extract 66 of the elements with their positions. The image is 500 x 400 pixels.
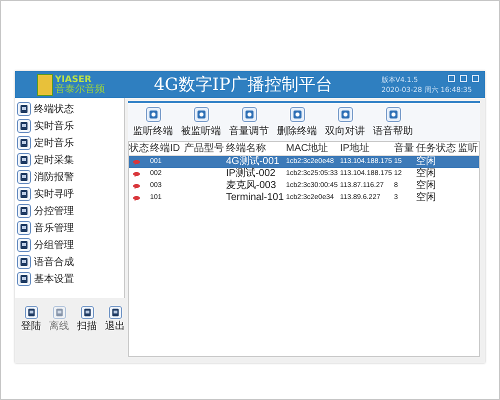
sidebar-item[interactable]: 定时采集 <box>15 151 124 168</box>
table-cell-text: 空闲 <box>416 168 436 180</box>
toolbar-button[interactable]: 双向对讲 <box>324 107 366 138</box>
tile-icon <box>242 107 256 122</box>
logo-subtitle: 音泰尔音频 <box>55 84 105 94</box>
tile-icon <box>386 107 400 122</box>
sidebar-item[interactable]: 基本设置 <box>15 270 124 287</box>
tile-icon <box>290 107 304 122</box>
column-header[interactable]: 监听 <box>458 142 478 154</box>
sidebar-item[interactable]: 分组管理 <box>15 236 124 253</box>
tile-icon <box>17 204 31 218</box>
footer-button[interactable]: 登陆 <box>21 306 41 333</box>
sidebar-item[interactable]: 实时寻呼 <box>15 185 124 202</box>
tile-icon <box>17 254 31 268</box>
column-header[interactable]: 产品型号 <box>184 142 224 154</box>
sidebar-item[interactable]: 定时音乐 <box>15 134 124 151</box>
tile-icon <box>17 272 31 286</box>
speech-bubble-icon <box>133 196 140 200</box>
column-header[interactable]: 状态 <box>129 142 149 154</box>
table-cell: 麦克风-003 <box>226 180 276 192</box>
column-header[interactable]: IP地址 <box>340 142 370 154</box>
tile-icon <box>146 107 160 122</box>
speech-bubble-icon <box>133 160 140 164</box>
speech-bubble-icon <box>133 184 140 188</box>
column-header[interactable]: 音量 <box>394 142 414 154</box>
table-cell-text: 空闲 <box>416 180 436 192</box>
tile-icon <box>24 306 38 319</box>
logo-icon <box>37 74 53 96</box>
sidebar-item[interactable]: 分控管理 <box>15 202 124 219</box>
column-header[interactable]: 任务状态 <box>416 142 456 154</box>
toolbar-button[interactable]: 删除终端 <box>276 107 318 138</box>
column-header[interactable]: MAC地址 <box>286 142 328 154</box>
tile-icon <box>338 107 352 122</box>
tile-icon <box>17 186 31 200</box>
footer-button[interactable]: 扫描 <box>77 306 97 333</box>
tile-icon <box>17 136 31 150</box>
table-cell: 空闲 <box>416 192 436 204</box>
toolbar-button[interactable]: 被监听端 <box>180 107 222 138</box>
tile-icon <box>17 102 31 116</box>
tile-icon <box>17 152 31 166</box>
tile-icon <box>194 107 208 122</box>
window-title: 4G数字IP广播控制平台 <box>152 74 334 96</box>
table-cell-text: 空闲 <box>416 156 436 168</box>
tile-icon <box>17 118 31 132</box>
sidebar-item[interactable]: 音乐管理 <box>15 219 124 236</box>
tile-icon <box>108 306 122 319</box>
toolbar-button[interactable]: 监听终端 <box>132 107 174 138</box>
table-cell-text: IP测试-002 <box>226 168 276 180</box>
tile-icon <box>52 306 66 319</box>
logo-text: YIASER <box>55 74 92 84</box>
speech-bubble-icon <box>133 172 140 176</box>
tile-icon <box>17 170 31 184</box>
sidebar-item[interactable]: 实时音乐 <box>15 117 124 134</box>
toolbar-button[interactable]: 语音帮助 <box>372 107 414 138</box>
toolbar-button[interactable]: 音量调节 <box>228 107 270 138</box>
sidebar-item[interactable]: 语音合成 <box>15 253 124 270</box>
table-cell-text: 4G测试-001 <box>226 156 280 168</box>
tile-icon <box>80 306 94 319</box>
sidebar-item[interactable]: 终端状态 <box>15 100 124 117</box>
footer-button[interactable]: 退出 <box>105 306 125 333</box>
column-header[interactable]: 终端名称 <box>226 142 266 154</box>
tile-icon <box>17 238 31 252</box>
sidebar-item[interactable]: 消防报警 <box>15 168 124 185</box>
table-cell: Terminal-101 <box>226 192 284 204</box>
column-header[interactable]: 终端ID <box>150 142 180 154</box>
tile-icon <box>17 220 31 234</box>
